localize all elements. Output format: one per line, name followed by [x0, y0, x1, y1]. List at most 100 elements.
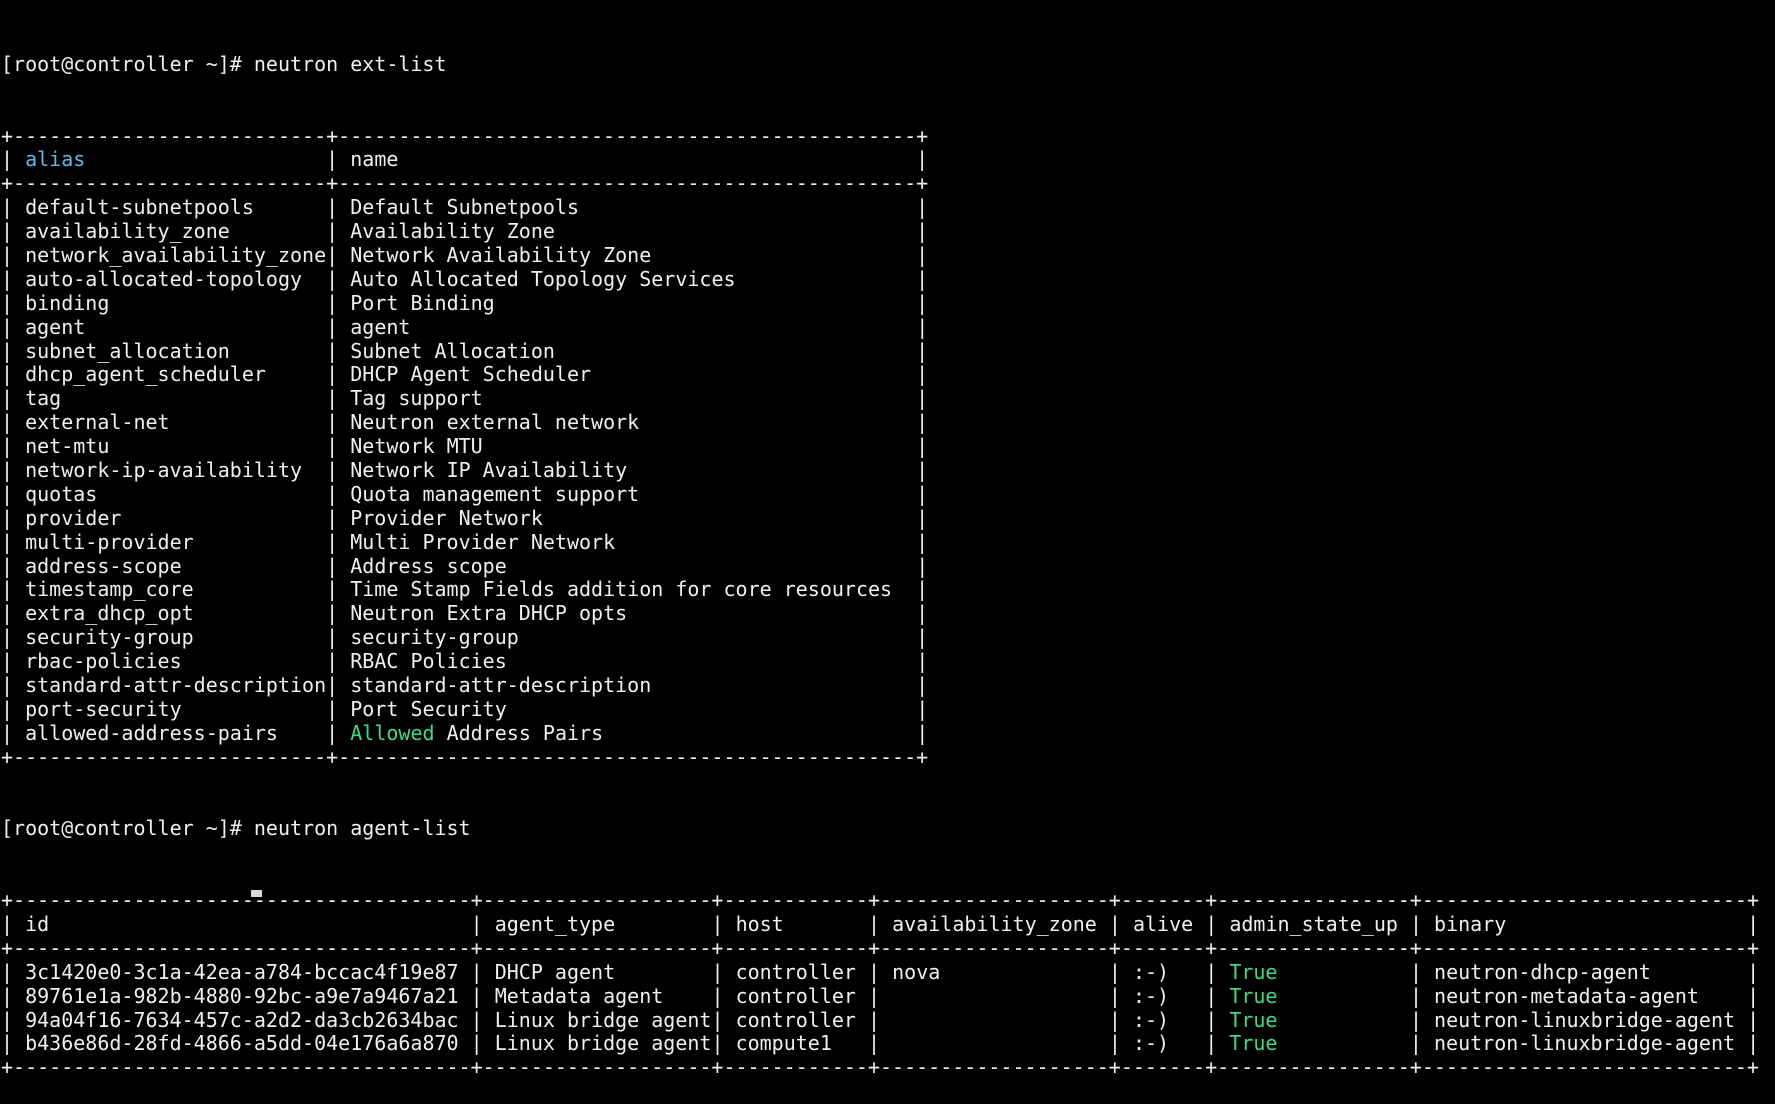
table-cell: Quota management support	[350, 481, 640, 506]
terminal-cursor	[251, 890, 262, 897]
column-header-alias: alias	[25, 147, 86, 172]
table-cell: DHCP Agent Scheduler	[350, 362, 592, 387]
table-cell: neutron-metadata-agent	[1434, 983, 1699, 1008]
table-cell: True	[1229, 959, 1278, 984]
table-cell: DHCP agent	[494, 959, 616, 984]
table-cell: network-ip-availability	[25, 457, 303, 482]
table-cell: :-)	[1132, 1031, 1170, 1056]
table-cell: Tag support	[350, 386, 483, 411]
table-cell: agent	[350, 314, 411, 339]
table-cell: timestamp_core	[25, 577, 194, 602]
terminal-output[interactable]: [root@controller ~]# neutron ext-list +-…	[1, 5, 1775, 1104]
table-cell: True	[1229, 1007, 1278, 1032]
table-row: | port-security | Port Security |	[1, 696, 929, 721]
table-cell: Port Binding	[350, 290, 495, 315]
table-row: | network_availability_zone| Network Ava…	[1, 242, 929, 267]
table-row: | dhcp_agent_scheduler | DHCP Agent Sche…	[1, 362, 929, 387]
column-header-host: host	[735, 911, 784, 936]
agent-list-table: +--------------------------------------+…	[1, 888, 1775, 1080]
table-row: | tag | Tag support |	[1, 386, 929, 411]
table-cell: Network MTU	[350, 434, 483, 459]
table-cell: Subnet Allocation	[350, 338, 555, 363]
table-cell: neutron-linuxbridge-agent	[1434, 1031, 1736, 1056]
table-cell: security-group	[350, 625, 519, 650]
table-row: | default-subnetpools | Default Subnetpo…	[1, 195, 929, 220]
table-cell: multi-provider	[25, 529, 194, 554]
table-cell: nova	[892, 959, 941, 984]
table-row: | address-scope | Address scope |	[1, 553, 929, 578]
table-cell: :-)	[1132, 983, 1170, 1008]
table-cell: dhcp_agent_scheduler	[25, 362, 266, 387]
highlighted-word: Allowed	[350, 720, 435, 745]
table-row: | binding | Port Binding |	[1, 290, 929, 315]
table-row: | standard-attr-description| standard-at…	[1, 673, 929, 697]
table-cell: standard-attr-description	[350, 673, 652, 697]
table-cell: allowed-address-pairs	[25, 720, 278, 745]
table-cell: 3c1420e0-3c1a-42ea-a784-bccac4f19e87	[25, 959, 459, 984]
table-row: | quotas | Quota management support |	[1, 481, 929, 506]
table-cell: Availability Zone	[350, 219, 555, 244]
table-cell: subnet_allocation	[25, 338, 230, 363]
column-header-admin-state-up: admin_state_up	[1229, 911, 1398, 936]
table-border: +--------------------------+------------…	[1, 171, 929, 196]
table-cell: neutron-dhcp-agent	[1434, 959, 1651, 984]
table-cell: neutron-linuxbridge-agent	[1434, 1007, 1736, 1032]
table-cell: RBAC Policies	[350, 649, 507, 674]
table-row: | allowed-address-pairs | Allowed Addres…	[1, 720, 929, 745]
table-cell: tag	[25, 386, 62, 411]
table-row: | net-mtu | Network MTU |	[1, 434, 929, 459]
table-row: | agent | agent |	[1, 314, 929, 339]
table-cell: rbac-policies	[25, 649, 182, 674]
ext-list-table: +--------------------------+------------…	[1, 123, 1775, 770]
table-cell: address-scope	[25, 553, 182, 578]
table-cell: Neutron external network	[350, 410, 640, 435]
table-row: | b436e86d-28fd-4866-a5dd-04e176a6a870 |…	[1, 1031, 1760, 1056]
table-cell: Linux bridge agent	[494, 1031, 712, 1056]
table-row: | extra_dhcp_opt | Neutron Extra DHCP op…	[1, 601, 929, 626]
table-cell: security-group	[25, 625, 194, 650]
column-header-name: name	[350, 147, 399, 172]
table-row: | timestamp_core | Time Stamp Fields add…	[1, 577, 929, 602]
table-header-row: | alias | name |	[1, 147, 929, 172]
table-header-row: | id | agent_type | host | availability_…	[1, 911, 1760, 936]
table-cell: Metadata agent	[494, 983, 664, 1008]
table-cell: compute1	[735, 1031, 832, 1056]
table-cell: binding	[25, 290, 110, 315]
table-row: | availability_zone | Availability Zone …	[1, 219, 929, 244]
table-cell: controller	[735, 983, 856, 1008]
table-cell: extra_dhcp_opt	[25, 601, 194, 626]
table-cell: default-subnetpools	[25, 195, 254, 220]
column-header-alive: alive	[1132, 911, 1194, 936]
table-cell: external-net	[25, 410, 170, 435]
table-cell: 94a04f16-7634-457c-a2d2-da3cb2634bac	[25, 1007, 459, 1032]
table-cell: Address scope	[350, 553, 507, 578]
column-header-id: id	[25, 911, 50, 936]
table-cell: :-)	[1132, 1007, 1170, 1032]
table-row: | multi-provider | Multi Provider Networ…	[1, 529, 929, 554]
table-row: | external-net | Neutron external networ…	[1, 410, 929, 435]
table-cell: availability_zone	[25, 219, 230, 244]
table-cell: Network Availability Zone	[350, 242, 652, 267]
table-row: | 3c1420e0-3c1a-42ea-a784-bccac4f19e87 |…	[1, 959, 1760, 984]
table-border: +--------------------------------------+…	[1, 888, 1759, 913]
command-line-agent-list: [root@controller ~]# neutron agent-list	[1, 816, 471, 841]
table-cell: Multi Provider Network	[350, 529, 616, 554]
table-border: +--------------------------+------------…	[1, 123, 929, 148]
table-cell: net-mtu	[25, 434, 110, 459]
table-cell: provider	[25, 505, 122, 530]
table-cell: Linux bridge agent	[494, 1007, 712, 1032]
table-cell: :-)	[1132, 959, 1170, 984]
table-row: | 94a04f16-7634-457c-a2d2-da3cb2634bac |…	[1, 1007, 1760, 1032]
table-cell: Provider Network	[350, 505, 543, 530]
table-cell: Neutron Extra DHCP opts	[350, 601, 628, 626]
table-cell: True	[1229, 983, 1278, 1008]
column-header-binary: binary	[1434, 911, 1507, 936]
table-cell: Allowed Address Pairs	[350, 720, 604, 745]
table-border: +--------------------------+------------…	[1, 744, 929, 769]
column-header-agent-type: agent_type	[494, 911, 616, 936]
table-cell: Time Stamp Fields addition for core reso…	[350, 577, 893, 602]
table-cell: Auto Allocated Topology Services	[350, 266, 736, 291]
table-cell: Default Subnetpools	[350, 195, 579, 220]
table-cell: port-security	[25, 696, 182, 721]
table-cell: auto-allocated-topology	[25, 266, 303, 291]
